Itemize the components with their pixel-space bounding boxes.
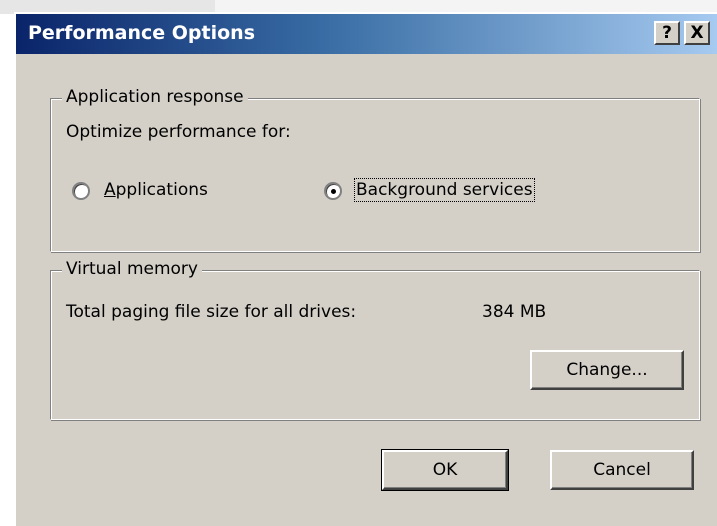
close-icon: X xyxy=(690,23,704,43)
radio-background-services-indicator[interactable] xyxy=(324,182,342,200)
radio-background-services[interactable]: Background services xyxy=(324,178,624,204)
window-title: Performance Options xyxy=(28,22,256,44)
radio-applications[interactable]: Applications xyxy=(72,180,272,204)
paging-file-size: 384 MB xyxy=(482,302,547,322)
help-icon: ? xyxy=(662,23,672,43)
group-border xyxy=(50,270,700,420)
performance-options-dialog: Performance Options ? X Application resp… xyxy=(14,12,717,526)
change-button-label: Change... xyxy=(566,360,648,380)
application-response-group: Application response Optimize performanc… xyxy=(50,87,700,252)
close-button[interactable]: X xyxy=(684,21,710,45)
ok-button-label: OK xyxy=(432,460,458,480)
help-button[interactable]: ? xyxy=(654,21,680,45)
change-button[interactable]: Change... xyxy=(530,350,684,390)
cancel-button-label: Cancel xyxy=(593,460,651,480)
virtual-memory-group: Virtual memory Total paging file size fo… xyxy=(50,259,700,420)
radio-applications-label[interactable]: Applications xyxy=(104,180,208,200)
radio-applications-indicator[interactable] xyxy=(72,182,90,200)
title-bar[interactable]: Performance Options ? X xyxy=(16,14,717,54)
optimize-prompt: Optimize performance for: xyxy=(66,122,291,142)
radio-selected-dot xyxy=(331,189,336,194)
radio-applications-rest: pplications xyxy=(115,180,208,200)
group-legend-virtual-memory: Virtual memory xyxy=(62,259,202,279)
radio-background-services-label[interactable]: Background services xyxy=(354,178,535,202)
paging-file-label: Total paging file size for all drives: xyxy=(66,302,357,322)
group-legend-application-response: Application response xyxy=(62,87,248,107)
cancel-button[interactable]: Cancel xyxy=(550,450,694,490)
ok-button[interactable]: OK xyxy=(381,449,509,491)
